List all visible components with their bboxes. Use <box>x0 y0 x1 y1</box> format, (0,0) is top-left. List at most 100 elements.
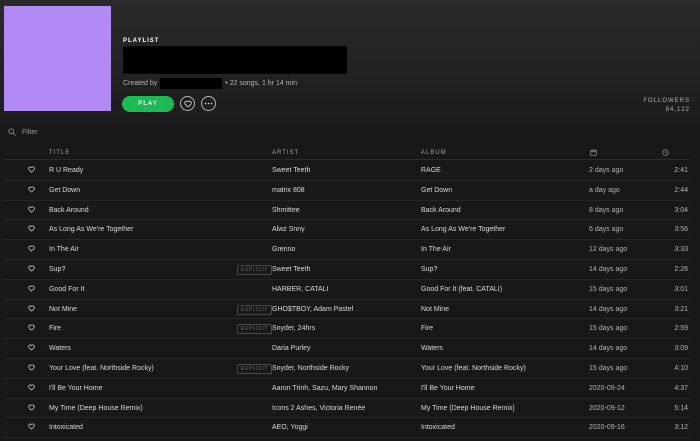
track-album[interactable]: Your Love (feat. Northside Rocky) <box>421 365 526 372</box>
like-button[interactable] <box>180 96 195 111</box>
more-options-button[interactable] <box>201 96 216 111</box>
track-artist[interactable]: Aaron Trinh, Sazu, Mary Shannon <box>272 385 377 392</box>
track-duration: 3:12 <box>674 424 688 432</box>
heart-icon[interactable] <box>28 285 35 292</box>
table-row[interactable]: Good For It HARBER, CATALI Good For It (fe… <box>4 280 690 300</box>
heart-icon[interactable] <box>28 364 35 371</box>
owner-name-redacted[interactable] <box>160 78 223 89</box>
track-artist[interactable]: matrix 808 <box>272 187 305 194</box>
track-title[interactable]: As Long As We're Together <box>49 226 133 233</box>
column-album[interactable]: ALBUM <box>421 150 447 156</box>
track-date-added: a day ago <box>589 186 620 194</box>
table-row[interactable]: Back Around Shmittee Back Around 8 days ago… <box>4 201 690 221</box>
search-icon <box>8 128 16 136</box>
track-artist[interactable]: Alwz Snny <box>272 226 305 233</box>
clock-icon <box>662 149 669 156</box>
track-artist[interactable]: Icons 2 Ashes, Victoria Renée <box>272 405 365 412</box>
track-album[interactable]: RAGE <box>421 167 441 174</box>
table-row[interactable]: Fire EXPLICIT Snyder, 24hrs Fire 15 days ago… <box>4 319 690 340</box>
heart-icon[interactable] <box>28 206 35 213</box>
track-album[interactable]: As Long As We're Together <box>421 226 505 233</box>
column-artist[interactable]: ARTIST <box>272 150 299 156</box>
heart-icon[interactable] <box>28 423 35 430</box>
track-artist[interactable]: Daria Purley <box>272 345 311 352</box>
play-button[interactable]: PLAY <box>122 96 174 112</box>
column-duration[interactable] <box>662 149 669 156</box>
track-artist[interactable]: Shmittee <box>272 207 300 214</box>
playlist-meta: Created by • 22 songs, 1 hr 14 min <box>123 78 297 89</box>
heart-icon[interactable] <box>28 324 35 331</box>
track-date-added: 14 days ago <box>589 305 628 313</box>
track-album[interactable]: In The Air <box>421 246 451 253</box>
track-title[interactable]: Sup? <box>49 266 65 273</box>
table-row[interactable]: Get Down matrix 808 Get Down a day ago 2:44 <box>4 181 690 201</box>
track-duration: 3:21 <box>674 305 688 313</box>
track-album[interactable]: Good For It (feat. CATALI) <box>421 286 502 293</box>
table-row[interactable]: I'll Be Your Home Aaron Trinh, Sazu, Mary… <box>4 379 690 399</box>
track-artist[interactable]: Snyder, 24hrs <box>272 325 315 332</box>
track-duration: 4:37 <box>674 384 688 392</box>
track-title[interactable]: Back Around <box>49 207 89 214</box>
table-row[interactable]: Your Love (feat. Northside Rocky) EXPLICI… <box>4 359 690 379</box>
track-date-added: 14 days ago <box>589 345 628 353</box>
table-row[interactable]: Intoxicated AEO, Yoggi Intoxicated 2020-09-… <box>4 418 690 439</box>
track-duration: 3:56 <box>674 226 688 234</box>
track-title[interactable]: Waters <box>49 345 71 352</box>
track-album[interactable]: Fire <box>421 325 433 332</box>
filter-field[interactable]: Filter <box>8 128 38 136</box>
calendar-icon <box>590 149 597 156</box>
track-title[interactable]: Intoxicated <box>49 424 83 431</box>
heart-icon[interactable] <box>28 245 35 252</box>
table-row[interactable]: In The Air Grenno In The Air 12 days ago 3:3… <box>4 240 690 260</box>
track-album[interactable]: Get Down <box>421 187 452 194</box>
track-title[interactable]: Get Down <box>49 187 80 194</box>
track-album[interactable]: I'll Be Your Home <box>421 385 474 392</box>
track-album[interactable]: My Time (Deep House Remix) <box>421 405 515 412</box>
track-date-added: 15 days ago <box>589 285 628 293</box>
track-album[interactable]: Waters <box>421 345 443 352</box>
track-title[interactable]: Your Love (feat. Northside Rocky) <box>49 365 154 372</box>
track-date-added: 12 days ago <box>589 246 628 254</box>
playlist-cover[interactable] <box>4 6 111 111</box>
column-title[interactable]: TITLE <box>49 150 70 156</box>
heart-icon[interactable] <box>28 166 35 173</box>
track-album[interactable]: Intoxicated <box>421 424 455 431</box>
table-row[interactable]: Not Mine EXPLICIT GHO$TBOY, Adam Pastel Not… <box>4 300 690 320</box>
column-date-added[interactable] <box>590 149 597 156</box>
track-title[interactable]: R U Ready <box>49 167 83 174</box>
track-title[interactable]: Good For It <box>49 286 84 293</box>
explicit-badge: EXPLICIT <box>237 304 273 315</box>
track-artist[interactable]: GHO$TBOY, Adam Pastel <box>272 306 353 313</box>
track-title[interactable]: Fire <box>49 325 61 332</box>
table-row[interactable]: My Time (Deep House Remix) Icons 2 Ashes,… <box>4 399 690 419</box>
track-album[interactable]: Sup? <box>421 266 437 273</box>
heart-icon[interactable] <box>28 186 35 193</box>
track-date-added: 6 days ago <box>589 226 624 234</box>
track-artist[interactable]: HARBER, CATALI <box>272 286 329 293</box>
track-date-added: 14 days ago <box>589 265 628 273</box>
heart-icon[interactable] <box>28 225 35 232</box>
track-title[interactable]: My Time (Deep House Remix) <box>49 405 143 412</box>
track-date-added: 2020-09-16 <box>589 424 625 432</box>
table-row[interactable]: Sup? EXPLICIT Sweet Teeth Sup? 14 days ago 2:… <box>4 260 690 280</box>
track-album[interactable]: Back Around <box>421 207 461 214</box>
heart-icon[interactable] <box>28 344 35 351</box>
table-row[interactable]: R U Ready Sweet Teeth RAGE 2 days ago 2:41 <box>4 161 690 181</box>
track-title[interactable]: Not Mine <box>49 306 77 313</box>
track-title[interactable]: In The Air <box>49 246 79 253</box>
track-artist[interactable]: Snyder, Northside Rocky <box>272 365 349 372</box>
heart-icon[interactable] <box>28 265 35 272</box>
track-duration: 2:59 <box>674 325 688 333</box>
track-artist[interactable]: Sweet Teeth <box>272 167 310 174</box>
track-artist[interactable]: AEO, Yoggi <box>272 424 308 431</box>
table-row[interactable]: Waters Daria Purley Waters 14 days ago 3:09 <box>4 339 690 359</box>
track-artist[interactable]: Sweet Teeth <box>272 266 310 273</box>
tracklist-header: TITLE ARTIST ALBUM <box>4 146 690 160</box>
heart-icon[interactable] <box>28 305 35 312</box>
track-artist[interactable]: Grenno <box>272 246 295 253</box>
heart-icon[interactable] <box>28 404 35 411</box>
heart-icon[interactable] <box>28 384 35 391</box>
table-row[interactable]: As Long As We're Together Alwz Snny As Lon… <box>4 220 690 241</box>
track-title[interactable]: I'll Be Your Home <box>49 385 102 392</box>
track-album[interactable]: Not Mine <box>421 306 449 313</box>
